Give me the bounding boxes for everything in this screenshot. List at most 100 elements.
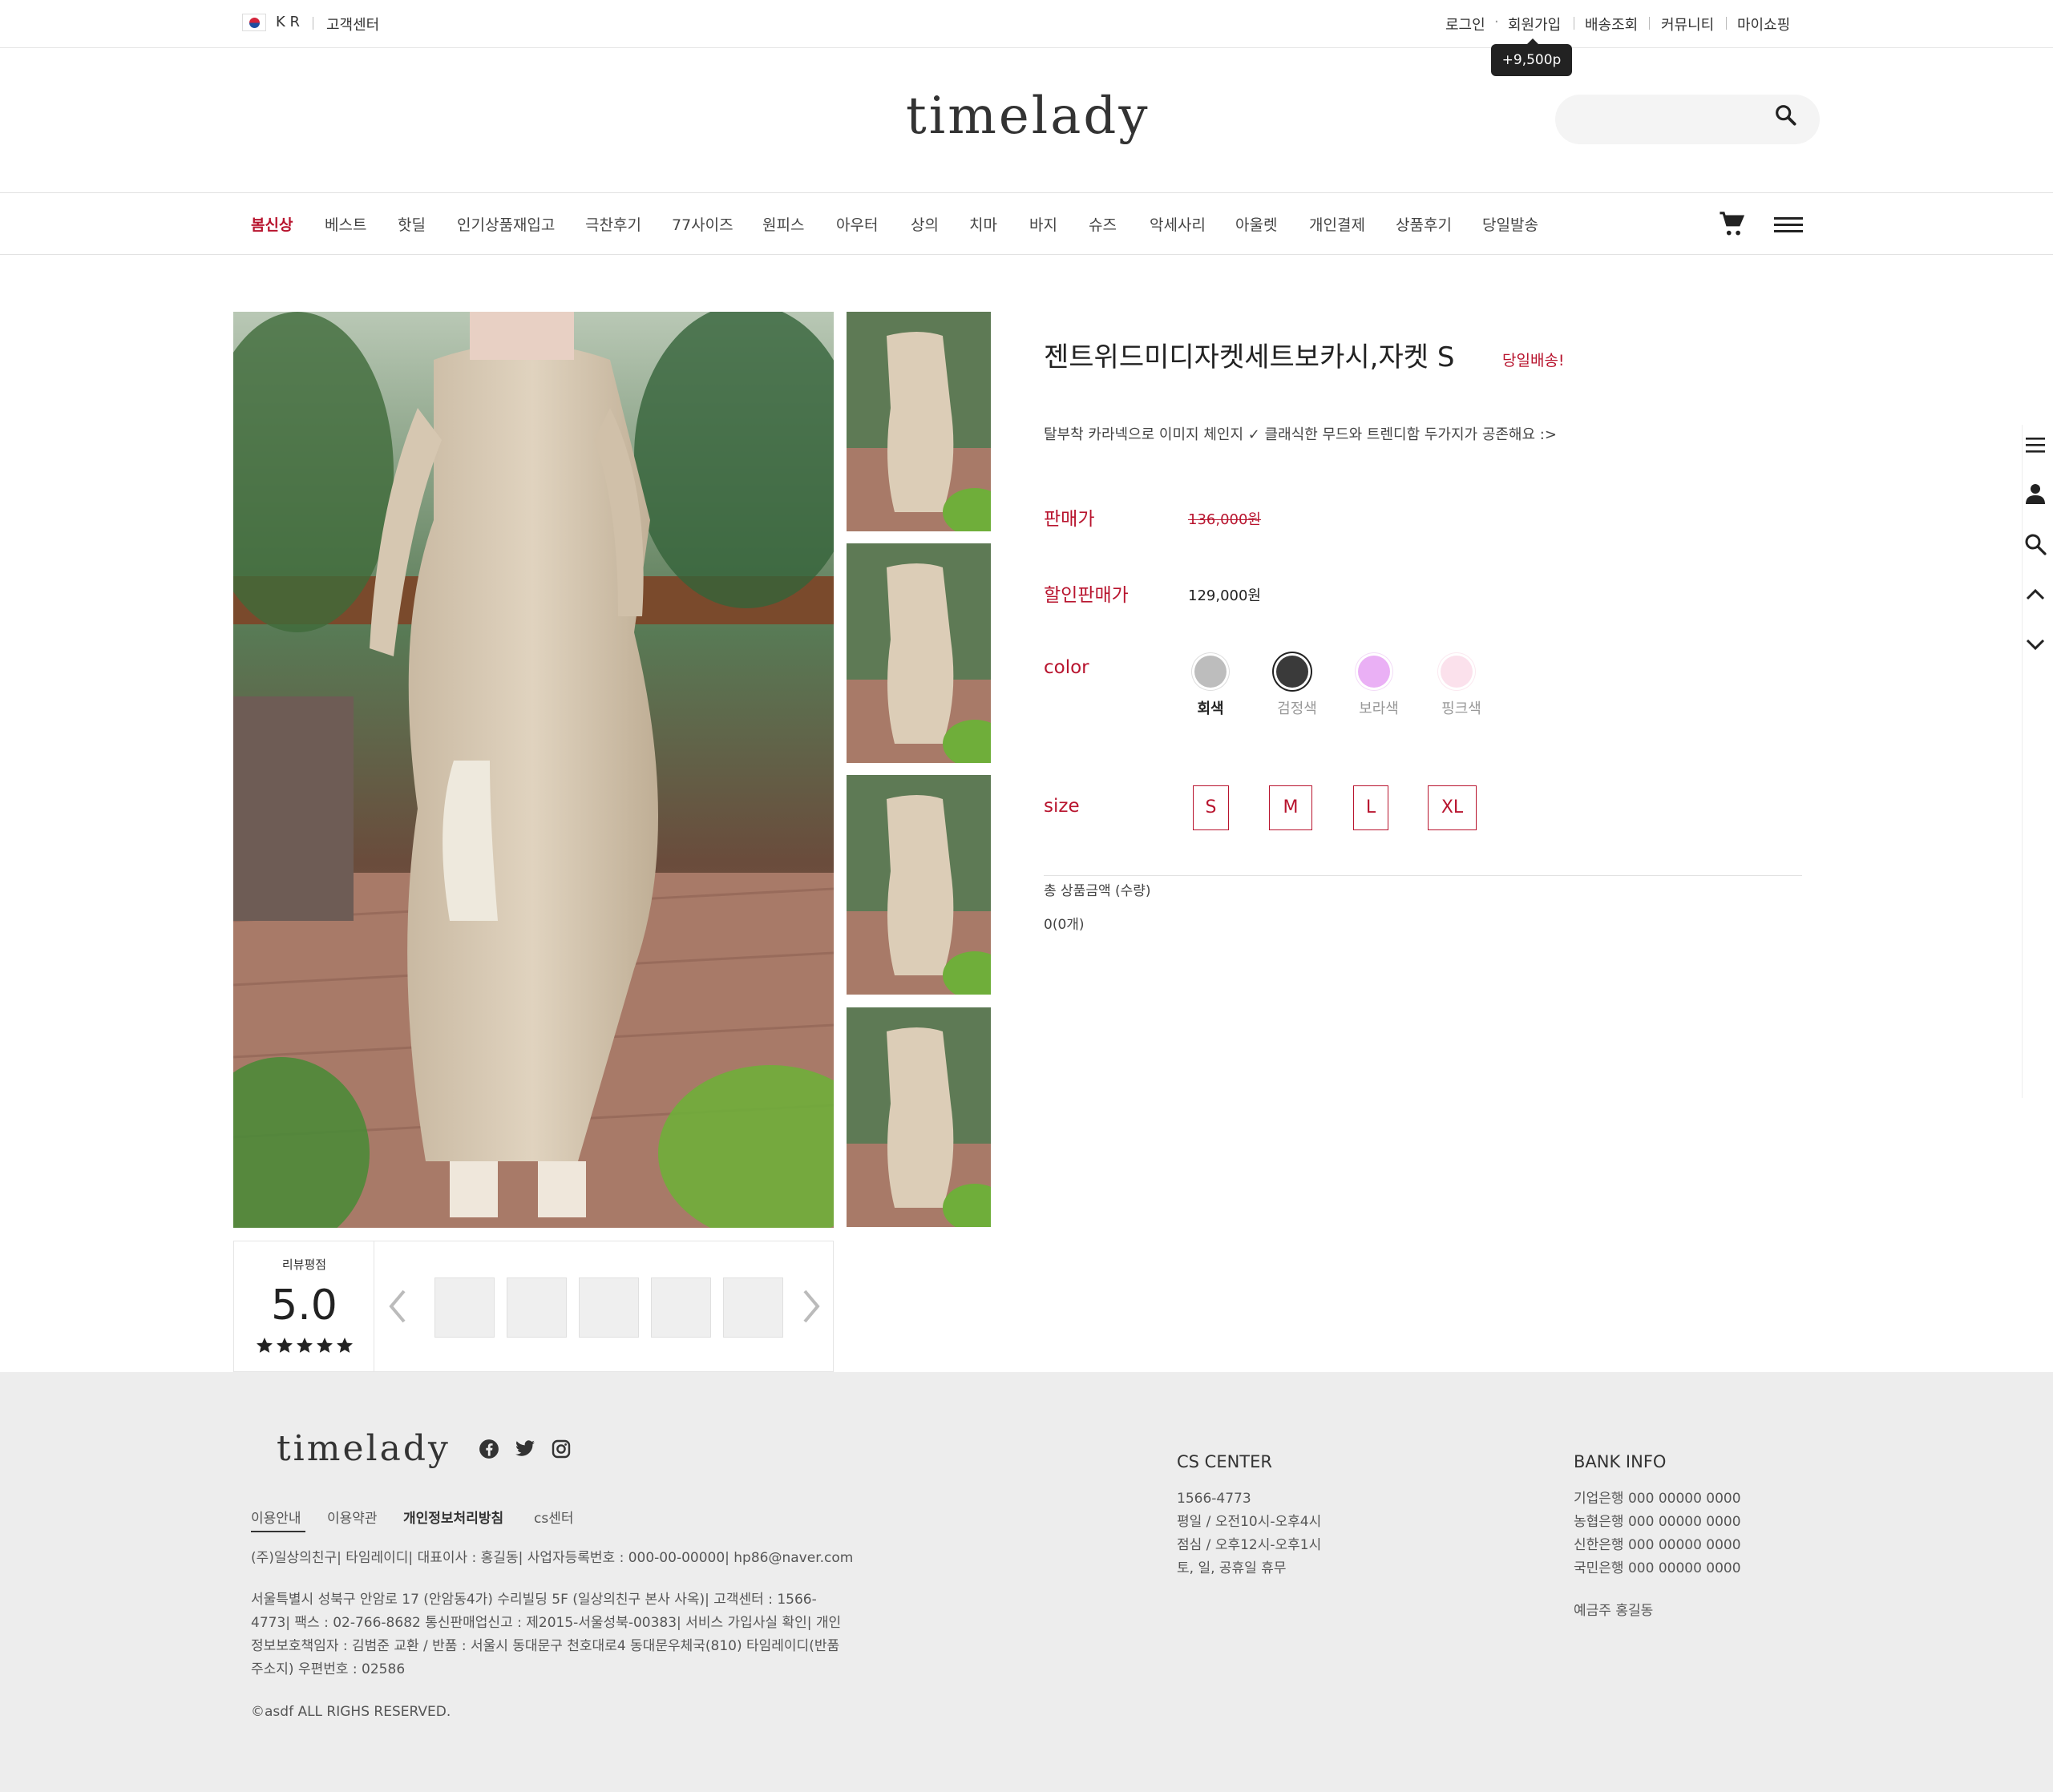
cs-center-title: CS CENTER xyxy=(1177,1452,1272,1471)
footer: timelady 이용안내 이용약관 개인정보처리방침 cs센터 (주)일상의친… xyxy=(0,1372,2053,1792)
size-label: size xyxy=(1044,796,1080,817)
cs-line: 점심 / 오후12시-오후1시 xyxy=(1177,1537,1322,1553)
address-line: 서울특별시 성북구 안암로 17 (안암동4가) 수리빌딩 5F (일상의친구 … xyxy=(251,1592,817,1608)
review-photo-thumbnail[interactable] xyxy=(723,1277,783,1338)
nav-item-accessory[interactable]: 악세사리 xyxy=(1150,213,1206,235)
product-thumbnail[interactable] xyxy=(847,543,991,763)
nav-item-shoes[interactable]: 슈즈 xyxy=(1089,213,1117,235)
facebook-icon[interactable] xyxy=(479,1439,499,1459)
star-icons xyxy=(257,1338,353,1353)
total-label: 총 상품금액 (수량) xyxy=(1044,883,1151,899)
color-label: color xyxy=(1044,657,1089,678)
footer-tab-cs[interactable]: cs센터 xyxy=(534,1507,573,1527)
cs-line: 토, 일, 공휴일 휴무 xyxy=(1177,1560,1287,1576)
review-label: 리뷰평점 xyxy=(281,1257,327,1272)
product-thumbnail[interactable] xyxy=(847,1007,991,1227)
bank-line: 기업은행 000 00000 0000 xyxy=(1574,1491,1741,1507)
search-icon[interactable] xyxy=(1773,103,1799,128)
bank-holder: 예금주 홍길동 xyxy=(1574,1603,1654,1619)
search-icon[interactable] xyxy=(2023,532,2047,556)
nav-item-hotdeal[interactable]: 핫딜 xyxy=(398,213,426,235)
color-swatch-black[interactable] xyxy=(1276,656,1308,688)
nav-item-product-reviews[interactable]: 상품후기 xyxy=(1396,213,1452,235)
copyright: ©asdf ALL RIGHS RESERVED. xyxy=(251,1704,451,1720)
review-photo-thumbnail[interactable] xyxy=(579,1277,639,1338)
active-tab-underline xyxy=(251,1531,305,1532)
nav-item-outlet[interactable]: 아울렛 xyxy=(1235,213,1277,235)
nav-item-reviews-best[interactable]: 극찬후기 xyxy=(585,213,641,235)
nav-item-restock[interactable]: 인기상품재입고 xyxy=(457,213,555,235)
color-name-purple: 보라색 xyxy=(1359,700,1399,717)
product-title: 젠트위드미디자켓세트보카시,자켓 S xyxy=(1044,341,1455,373)
nav-item-sameday[interactable]: 당일발송 xyxy=(1482,213,1538,235)
footer-tab-privacy[interactable]: 개인정보처리방침 xyxy=(403,1507,503,1527)
myshop-link[interactable]: 마이쇼핑 xyxy=(1737,14,1790,34)
search-input[interactable] xyxy=(1574,104,1767,135)
color-swatch-pink[interactable] xyxy=(1441,656,1473,688)
divider xyxy=(1726,17,1727,30)
menu-icon[interactable] xyxy=(1774,214,1803,235)
user-icon[interactable] xyxy=(2023,482,2047,506)
product-description: 탈부착 카라넥으로 이미지 체인지 ✓ 클래식한 무드와 트렌디함 두가지가 공… xyxy=(1044,426,1557,443)
size-option-s[interactable]: S xyxy=(1193,785,1229,830)
review-photo-thumbnail[interactable] xyxy=(507,1277,567,1338)
product-thumbnail[interactable] xyxy=(847,312,991,531)
review-summary: 리뷰평점 5.0 xyxy=(233,1241,834,1372)
original-price: 136,000원 xyxy=(1188,511,1261,528)
chevron-down-icon[interactable] xyxy=(2023,632,2047,656)
korea-flag-icon[interactable] xyxy=(242,14,266,31)
divider xyxy=(1649,17,1650,30)
footer-tab-terms[interactable]: 이용약관 xyxy=(327,1507,378,1527)
bank-line: 신한은행 000 00000 0000 xyxy=(1574,1537,1741,1553)
site-logo[interactable]: timelady xyxy=(906,87,1150,146)
delivery-link[interactable]: 배송조회 xyxy=(1585,14,1638,34)
product-thumbnail[interactable] xyxy=(847,775,991,995)
review-score-panel: 리뷰평점 5.0 xyxy=(234,1241,374,1371)
color-name-pink: 핑크색 xyxy=(1441,700,1481,717)
quick-menu xyxy=(2022,425,2053,1098)
join-link[interactable]: 회원가입 xyxy=(1508,14,1561,34)
bank-info-title: BANK INFO xyxy=(1574,1452,1667,1471)
nav-item-top[interactable]: 상의 xyxy=(911,213,939,235)
twitter-icon[interactable] xyxy=(515,1440,535,1458)
nav-item-skirt[interactable]: 치마 xyxy=(969,213,997,235)
footer-logo[interactable]: timelady xyxy=(277,1428,451,1469)
color-name-black: 검정색 xyxy=(1277,700,1317,717)
divider xyxy=(1044,875,1802,876)
chevron-right-icon[interactable] xyxy=(800,1288,822,1325)
price-label: 판매가 xyxy=(1044,509,1095,530)
company-info: (주)일상의친구| 타임레이디| 대표이사 : 홍길동| 사업자등록번호 : 0… xyxy=(251,1550,854,1566)
nav-item-outer[interactable]: 아우터 xyxy=(836,213,878,235)
product-main-image[interactable] xyxy=(233,312,834,1228)
color-swatch-purple[interactable] xyxy=(1358,656,1390,688)
nav-item-size77[interactable]: 77사이즈 xyxy=(672,213,734,235)
sale-price: 129,000원 xyxy=(1188,587,1261,604)
color-name-gray: 회색 xyxy=(1197,700,1224,717)
login-link[interactable]: 로그인 xyxy=(1445,14,1485,34)
nav-item-best[interactable]: 베스트 xyxy=(325,213,366,235)
color-swatch-gray[interactable] xyxy=(1194,656,1227,688)
language-selector[interactable]: K R xyxy=(276,14,300,30)
nav-item-new[interactable]: 봄신상 xyxy=(251,213,293,235)
address-line: 4773| 팩스 : 02-766-8682 통신판매업신고 : 제2015-서… xyxy=(251,1615,842,1631)
review-photo-thumbnail[interactable] xyxy=(651,1277,711,1338)
instagram-icon[interactable] xyxy=(552,1439,571,1459)
search-bar xyxy=(1555,95,1820,144)
review-photo-thumbnail[interactable] xyxy=(434,1277,495,1338)
address-line: 주소지) 우편번호 : 02586 xyxy=(251,1661,406,1677)
cart-icon[interactable] xyxy=(1719,211,1746,238)
nav-item-onepiece[interactable]: 원피스 xyxy=(762,213,804,235)
address-line: 정보보호책임자 : 김범준 교환 / 반품 : 서울시 동대문구 천호대로4 동… xyxy=(251,1638,840,1654)
chevron-up-icon[interactable] xyxy=(2023,583,2047,607)
nav-item-personal-pay[interactable]: 개인결제 xyxy=(1309,213,1365,235)
footer-tab-guide[interactable]: 이용안내 xyxy=(251,1507,301,1527)
nav-item-pants[interactable]: 바지 xyxy=(1029,213,1057,235)
same-day-badge: 당일배송! xyxy=(1502,352,1565,369)
size-option-m[interactable]: M xyxy=(1269,785,1312,830)
size-option-xl[interactable]: XL xyxy=(1428,785,1477,830)
community-link[interactable]: 커뮤니티 xyxy=(1661,14,1714,34)
cs-link[interactable]: 고객센터 xyxy=(326,14,379,34)
size-option-l[interactable]: L xyxy=(1353,785,1388,830)
chevron-left-icon[interactable] xyxy=(386,1288,409,1325)
quick-menu-list-icon[interactable] xyxy=(2023,433,2047,457)
